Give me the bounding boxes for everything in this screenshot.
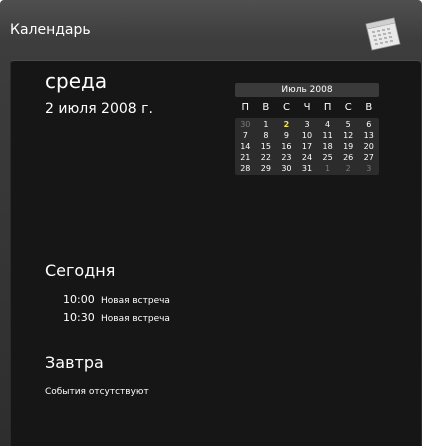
calendar-icon <box>365 17 401 51</box>
gadget-title: Календарь <box>10 22 91 38</box>
event-name: Новая встреча <box>101 314 170 324</box>
day-cell[interactable]: 14 <box>235 141 256 152</box>
weekday-label: среда <box>45 69 108 93</box>
week-row: 28 29 30 31 1 2 3 <box>235 163 379 174</box>
today-event[interactable]: 10:00 Новая встреча <box>63 293 170 306</box>
day-cell[interactable]: 28 <box>235 163 256 174</box>
no-events-label: События отсутствуют <box>45 387 149 397</box>
weekday-header-row: ПВСЧПСВ <box>235 100 379 116</box>
today-event[interactable]: 10:30 Новая встреча <box>63 311 170 324</box>
day-cell[interactable]: 24 <box>297 152 318 163</box>
day-cell[interactable]: 7 <box>235 130 256 141</box>
today-heading: Сегодня <box>45 261 116 280</box>
weekday-header: С <box>282 102 290 113</box>
day-cell[interactable]: 17 <box>297 141 318 152</box>
day-cell[interactable]: 2 <box>338 163 359 174</box>
month-header[interactable]: Июль 2008 <box>235 83 379 97</box>
day-cell[interactable]: 3 <box>297 119 318 130</box>
event-time: 10:30 <box>63 311 95 324</box>
day-cell[interactable]: 11 <box>317 130 338 141</box>
day-cell[interactable]: 10 <box>297 130 318 141</box>
day-cell[interactable]: 26 <box>338 152 359 163</box>
day-cell[interactable]: 20 <box>358 141 379 152</box>
weekday-header: В <box>262 102 270 113</box>
event-time: 10:00 <box>63 293 95 306</box>
day-cell[interactable]: 3 <box>358 163 379 174</box>
day-cell[interactable]: 27 <box>358 152 379 163</box>
calendar-panel: среда 2 июля 2008 г. Июль 2008 П В С Ч П С В 3… <box>10 60 421 446</box>
days-grid: 30 1 2 3 4 5 6 7 8 9 10 11 12 13 14 15 16 17 18 19 20 21 22 23 2… <box>235 118 379 175</box>
day-cell[interactable]: 16 <box>276 141 297 152</box>
weekday-header: С <box>344 102 352 113</box>
day-cell[interactable]: 5 <box>338 119 359 130</box>
day-cell[interactable]: 30 <box>276 163 297 174</box>
day-cell[interactable]: 4 <box>317 119 338 130</box>
day-cell[interactable]: 1 <box>256 119 277 130</box>
event-name: Новая встреча <box>101 296 170 306</box>
day-cell-today[interactable]: 2 <box>276 119 297 130</box>
weekday-header: Ч <box>303 102 311 113</box>
title-bar[interactable]: Календарь <box>0 12 422 52</box>
day-cell[interactable]: 31 <box>297 163 318 174</box>
day-cell[interactable]: 29 <box>256 163 277 174</box>
weekday-header: П <box>323 102 332 113</box>
day-cell[interactable]: 8 <box>256 130 277 141</box>
full-date-label: 2 июля 2008 г. <box>45 101 153 117</box>
week-row: 14 15 16 17 18 19 20 <box>235 141 379 152</box>
day-cell[interactable]: 6 <box>358 119 379 130</box>
day-cell[interactable]: 23 <box>276 152 297 163</box>
tomorrow-heading: Завтра <box>45 353 104 372</box>
day-cell[interactable]: 25 <box>317 152 338 163</box>
week-row: 30 1 2 3 4 5 6 <box>235 119 379 130</box>
mini-calendar: Июль 2008 ПВСЧПСВ 30 1 2 3 4 5 6 7 8 9 10 11 12 13 14 1… <box>235 83 379 175</box>
calendar-gadget-window: Календарь среда 2 июля 2008 г. Июль 2008… <box>0 0 422 446</box>
day-cell[interactable]: 19 <box>338 141 359 152</box>
day-cell[interactable]: 1 <box>317 163 338 174</box>
day-cell[interactable]: 9 <box>276 130 297 141</box>
day-cell[interactable]: 13 <box>358 130 379 141</box>
day-cell[interactable]: 22 <box>256 152 277 163</box>
weekday-header: В <box>365 102 373 113</box>
day-cell[interactable]: 12 <box>338 130 359 141</box>
day-cell[interactable]: 30 <box>235 119 256 130</box>
day-cell[interactable]: 18 <box>317 141 338 152</box>
week-row: 7 8 9 10 11 12 13 <box>235 130 379 141</box>
day-cell[interactable]: 21 <box>235 152 256 163</box>
weekday-header: П <box>241 102 250 113</box>
week-row: 21 22 23 24 25 26 27 <box>235 152 379 163</box>
day-cell[interactable]: 15 <box>256 141 277 152</box>
